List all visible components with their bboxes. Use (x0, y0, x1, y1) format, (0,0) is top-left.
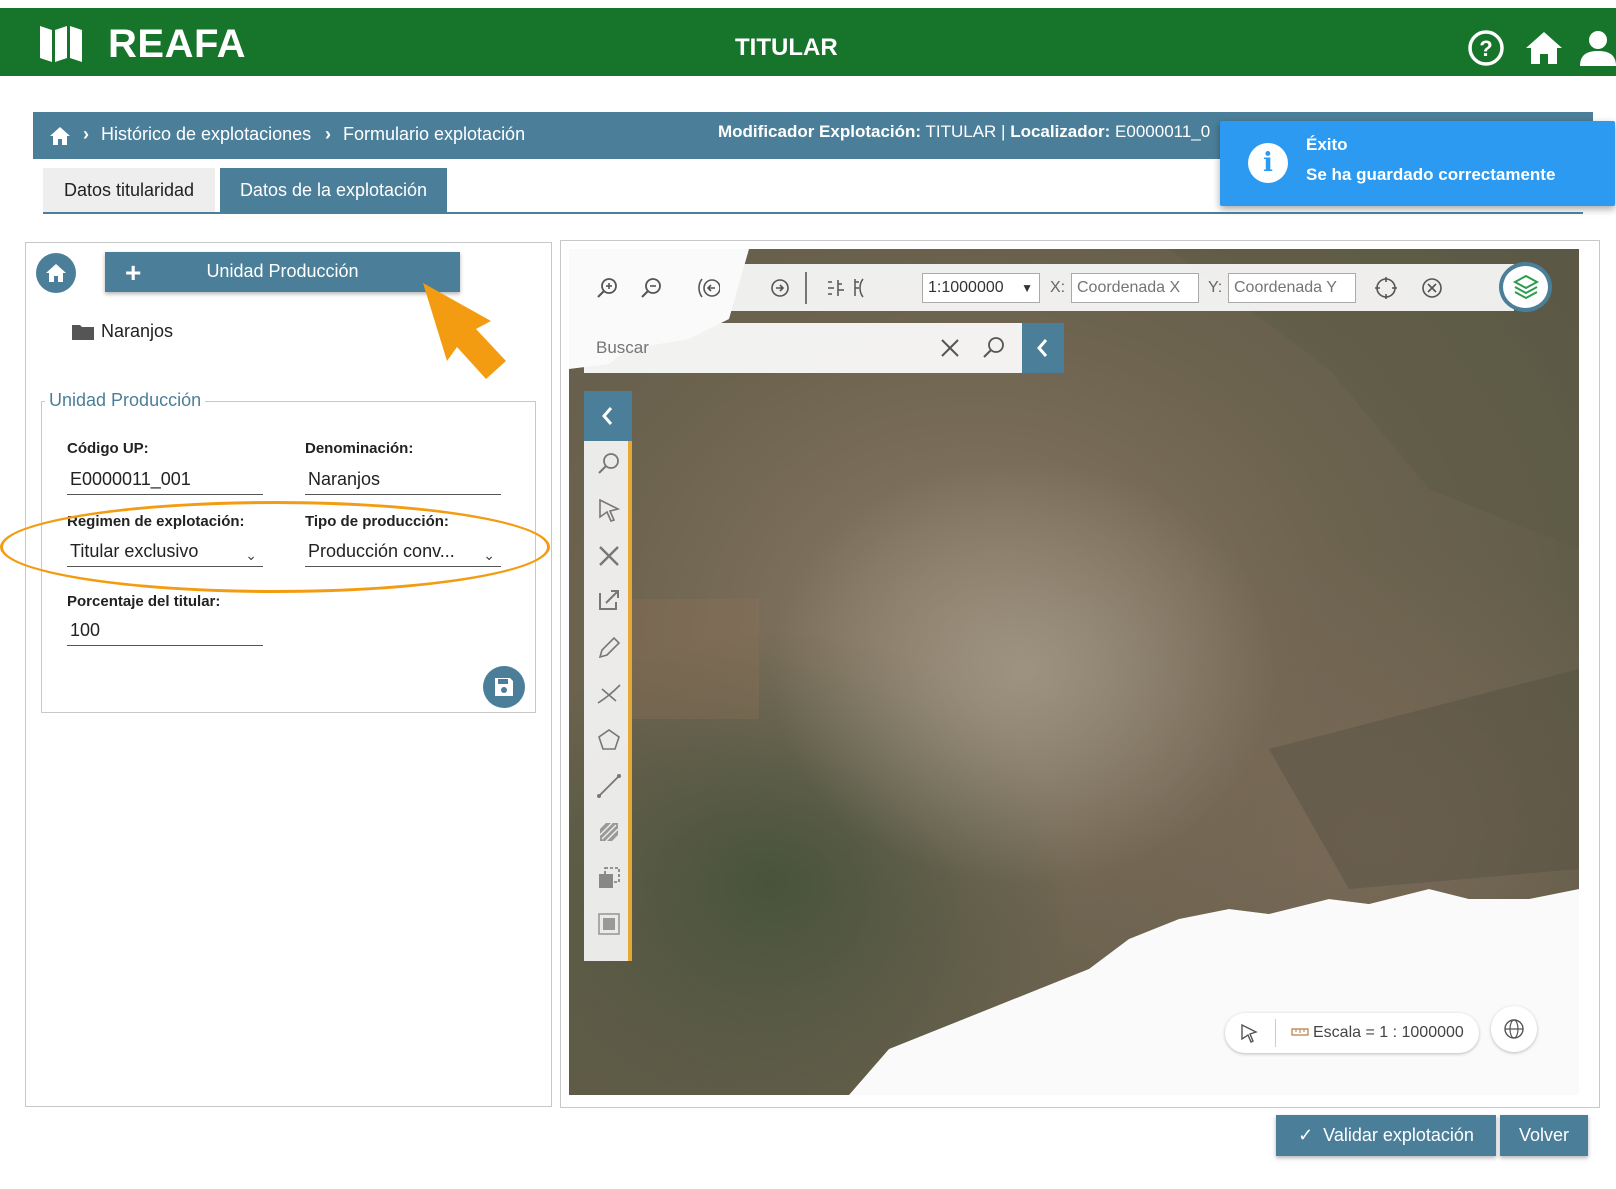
edit-export-icon[interactable] (596, 587, 622, 613)
draw-polygon-icon[interactable] (596, 727, 622, 753)
layers-button[interactable] (1499, 262, 1552, 312)
scale-select-value: 1:1000000 (928, 279, 1004, 296)
ruler-icon (1291, 1028, 1309, 1036)
copy-feature-icon[interactable] (596, 865, 622, 891)
measure-distance-icon[interactable] (824, 276, 848, 300)
tree-home-button[interactable] (36, 253, 76, 293)
hatch-fill-icon[interactable] (596, 819, 622, 845)
explotacion-meta: Modificador Explotación: TITULAR | Local… (718, 122, 1210, 142)
coord-x-label: X: (1050, 279, 1066, 296)
add-unidad-produccion-button[interactable]: + Unidad Producción (105, 252, 460, 292)
tab-divider (43, 212, 1583, 214)
zoom-in-icon[interactable] (596, 276, 620, 300)
chevron-left-icon (1037, 339, 1048, 357)
coord-y-label: Y: (1208, 279, 1223, 296)
coord-y-input[interactable] (1228, 273, 1356, 303)
globe-icon (1504, 1019, 1524, 1039)
codigo-up-field[interactable]: E0000011_001 (67, 465, 263, 495)
home-icon (46, 264, 66, 282)
scale-divider (1275, 1019, 1276, 1047)
home-icon[interactable] (1524, 28, 1564, 68)
porcentaje-field[interactable]: 100 (67, 616, 263, 646)
add-unidad-produccion-label: Unidad Producción (206, 261, 359, 281)
history-back-icon[interactable] (696, 276, 720, 300)
clear-search-icon[interactable] (939, 337, 961, 359)
success-toast[interactable]: i Éxito Se ha guardado correctamente (1220, 121, 1615, 206)
tree-item-naranjos[interactable]: Naranjos (71, 321, 173, 342)
scale-select[interactable]: 1:1000000 ▼ (922, 273, 1040, 303)
fieldset-legend: Unidad Producción (45, 390, 206, 411)
map-search-input[interactable] (584, 323, 964, 373)
breadcrumb-item-historico[interactable]: Histórico de explotaciones (101, 124, 311, 145)
search-collapse-button[interactable] (1022, 323, 1064, 373)
denominacion-field[interactable]: Naranjos (305, 465, 501, 495)
coord-x-input[interactable] (1071, 273, 1199, 303)
identify-search-icon[interactable] (596, 451, 622, 477)
draw-line-icon[interactable] (596, 773, 622, 799)
save-button[interactable] (483, 666, 525, 708)
svg-text:?: ? (1479, 36, 1492, 61)
folder-icon (72, 325, 94, 341)
breadcrumb-separator: › (325, 124, 331, 144)
meta-modificador-value: TITULAR | (921, 122, 1011, 141)
validate-label: Validar explotación (1323, 1125, 1474, 1145)
locate-crosshair-icon[interactable] (1374, 276, 1398, 300)
back-button[interactable]: Volver (1500, 1115, 1588, 1156)
search-icon[interactable] (981, 335, 1007, 361)
breadcrumb-separator: › (83, 124, 89, 144)
map-panel: 1:1000000 ▼ X: Y: (560, 240, 1600, 1108)
zoom-out-icon[interactable] (640, 276, 664, 300)
merge-feature-icon[interactable] (596, 911, 622, 937)
clear-coordinates-icon[interactable] (1420, 276, 1444, 300)
breadcrumb-home-icon[interactable] (49, 126, 71, 146)
info-icon: i (1248, 143, 1288, 183)
split-line-icon[interactable] (596, 681, 622, 707)
tree-item-label: Naranjos (101, 321, 174, 341)
meta-localizador-label: Localizador: (1010, 122, 1111, 141)
meta-modificador-label: Modificador Explotación: (718, 122, 922, 141)
caret-down-icon: ▼ (1021, 281, 1033, 295)
meta-localizador-value: E0000011_0 (1110, 122, 1211, 141)
cursor-icon[interactable] (1239, 1023, 1259, 1043)
satellite-imagery (569, 249, 1579, 1095)
delete-selection-icon[interactable] (596, 543, 622, 569)
pencil-draw-icon[interactable] (596, 635, 622, 661)
select-pointer-icon[interactable] (596, 497, 622, 523)
app-name: REAFA (108, 22, 247, 66)
book-logo-icon (40, 26, 82, 62)
denominacion-label: Denominación: (305, 440, 414, 457)
unidad-produccion-panel: + Unidad Producción Naranjos Unidad Prod… (25, 242, 552, 1107)
user-icon[interactable] (1578, 28, 1616, 68)
tab-datos-titularidad[interactable]: Datos titularidad (43, 168, 215, 213)
toolbar-divider (805, 272, 807, 304)
toast-message: Se ha guardado correctamente (1306, 165, 1556, 184)
map-side-toolbar (584, 391, 632, 961)
floppy-disk-icon (495, 678, 513, 696)
codigo-up-label: Código UP: (67, 440, 149, 457)
history-forward-icon[interactable] (768, 276, 792, 300)
scale-text: Escala = 1 : 1000000 (1313, 1024, 1464, 1041)
side-toolbar-collapse-button[interactable] (584, 391, 632, 441)
pointer-arrow-icon (423, 283, 506, 379)
toast-title: Éxito (1306, 135, 1348, 154)
map-toolbar: 1:1000000 ▼ X: Y: (584, 264, 1514, 311)
measure-area-icon[interactable] (849, 276, 873, 300)
help-icon[interactable]: ? (1466, 28, 1506, 68)
layers-icon (1512, 274, 1540, 300)
porcentaje-label: Porcentaje del titular: (67, 593, 221, 610)
check-icon: ✓ (1298, 1125, 1314, 1145)
chevron-left-icon (602, 407, 613, 425)
validate-explotacion-button[interactable]: ✓ Validar explotación (1276, 1115, 1496, 1156)
map-search-box (584, 323, 1064, 373)
globe-button[interactable] (1491, 1006, 1537, 1052)
satellite-map[interactable] (569, 249, 1579, 1095)
app-header: REAFA TITULAR ? (0, 8, 1616, 76)
role-title: TITULAR (735, 34, 838, 61)
map-scale-bar: Escala = 1 : 1000000 (1225, 1013, 1479, 1053)
tab-datos-explotacion[interactable]: Datos de la explotación (220, 168, 447, 213)
highlight-ellipse (0, 501, 550, 593)
breadcrumb-item-formulario[interactable]: Formulario explotación (343, 124, 525, 145)
